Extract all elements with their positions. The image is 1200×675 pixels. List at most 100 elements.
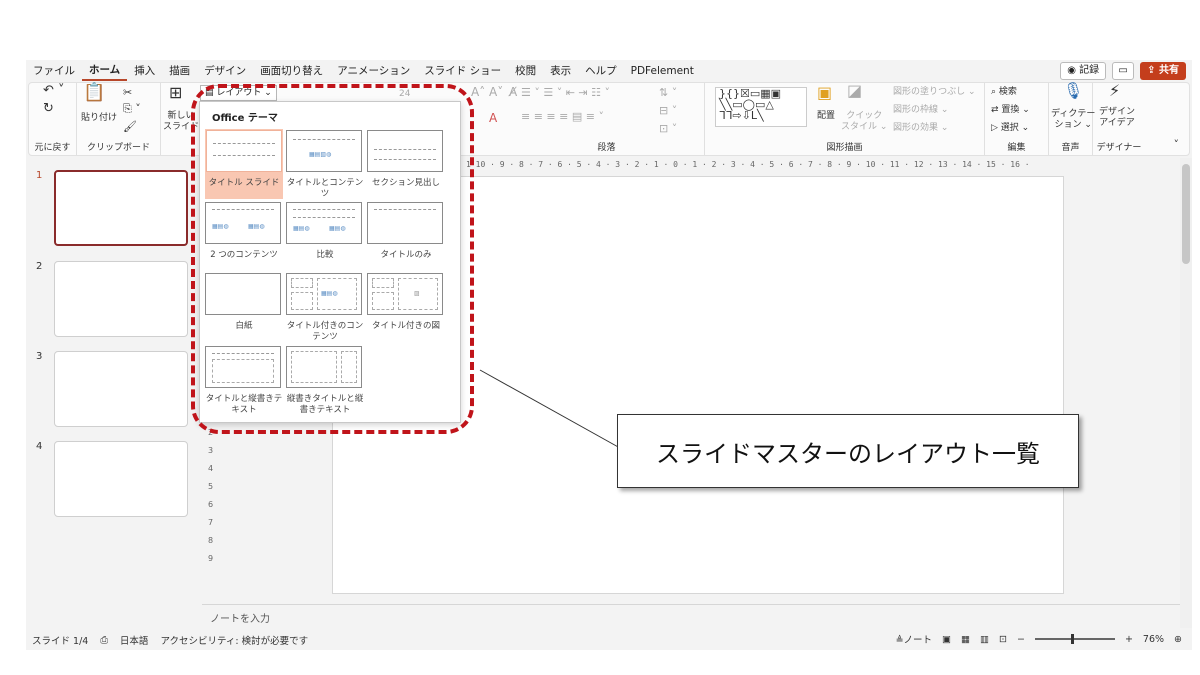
layout-blank[interactable]: 白紙	[205, 273, 283, 332]
cut-icon[interactable]: ✂	[123, 87, 132, 98]
fit-slide-icon[interactable]: ⊕	[1174, 634, 1182, 645]
layout-two-content[interactable]: ▦▤◍ ▦▤◍ 2 つのコンテンツ	[205, 202, 283, 261]
tab-animations[interactable]: アニメーション	[330, 60, 417, 82]
tab-file[interactable]: ファイル	[26, 60, 82, 82]
slide-thumbnail-4[interactable]	[54, 441, 188, 517]
slideshow-icon[interactable]: ⊡	[999, 634, 1007, 645]
accessibility-status[interactable]: アクセシビリティ: 検討が必要です	[160, 633, 308, 647]
font-grow-icon[interactable]: A˄ A˅	[471, 86, 503, 98]
record-button[interactable]: ◉ 記録	[1060, 62, 1107, 80]
zoom-slider[interactable]	[1034, 634, 1115, 644]
shape-outline-button[interactable]: 図形の枠線 ⌄	[893, 105, 948, 116]
layout-thumbnail	[205, 273, 281, 315]
layout-label: 白紙	[235, 321, 253, 331]
tab-pdfelement[interactable]: PDFelement	[624, 60, 701, 82]
layout-section-header[interactable]: セクション見出し	[367, 130, 445, 189]
zoom-in-icon[interactable]: +	[1125, 634, 1133, 645]
shape-effects-button[interactable]: 図形の効果 ⌄	[893, 123, 948, 134]
share-button[interactable]: ⇪ 共有	[1140, 62, 1186, 80]
tab-slideshow[interactable]: スライド ショー	[417, 60, 508, 82]
paste-button[interactable]: 貼り付け	[81, 113, 117, 124]
content-icons: ▦▤▧◍	[309, 151, 332, 158]
horizontal-ruler: 1 10 · 9 · 8 · 7 · 6 · 5 · 4 · 3 · 2 · 1…	[466, 160, 1030, 169]
slide-sorter-icon[interactable]: ▦	[961, 634, 970, 645]
arrange-button[interactable]: 配置	[817, 111, 835, 122]
find-button[interactable]: ⌕ 検索	[991, 87, 1017, 98]
slide-thumbnail-3[interactable]	[54, 351, 188, 427]
ribbon-collapse-icon[interactable]: ˅	[1174, 139, 1180, 150]
notes-toggle[interactable]: ≜ノート	[896, 632, 932, 646]
microphone-icon[interactable]: 🎙	[1063, 83, 1083, 99]
tab-transitions[interactable]: 画面切り替え	[253, 60, 330, 82]
layout-label: タイトルと縦書きテキスト	[205, 394, 283, 415]
layout-gallery: Office テーマ タイトル スライド ▦▤▧◍ タイトルとコンテンツ セクシ…	[199, 101, 461, 423]
tab-view[interactable]: 表示	[543, 60, 578, 82]
dictate-button[interactable]: ディクテー ション ⌄	[1051, 109, 1095, 131]
replace-button[interactable]: ⇄ 置換 ⌄	[991, 105, 1030, 116]
slide-number: 3	[36, 351, 43, 362]
zoom-level[interactable]: 76%	[1143, 634, 1164, 645]
slide-counter: スライド 1/4	[32, 636, 89, 647]
redo-icon[interactable]: ↻	[43, 102, 54, 115]
tab-help[interactable]: ヘルプ	[578, 60, 624, 82]
align-text-icon[interactable]: ⊟ ˅	[659, 105, 677, 116]
font-color-icon[interactable]: A	[489, 112, 497, 124]
reading-view-icon[interactable]: ▥	[980, 634, 989, 645]
quick-style-button[interactable]: クイック スタイル ⌄	[841, 111, 887, 133]
layout-title-slide[interactable]: タイトル スライド	[205, 129, 283, 199]
callout-box: スライドマスターのレイアウト一覧	[617, 414, 1079, 488]
select-button[interactable]: ▷ 選択 ⌄	[991, 123, 1029, 134]
layout-label: タイトルとコンテンツ	[286, 178, 364, 199]
undo-icon[interactable]: ↶ ˅	[43, 84, 65, 97]
layout-thumbnail	[205, 346, 281, 388]
align-icons[interactable]: ≡ ≡ ≡ ≡ ▤ ≡ ˅	[521, 111, 604, 122]
zoom-out-icon[interactable]: −	[1017, 634, 1025, 645]
copy-icon[interactable]: ⎘ ˅	[123, 103, 141, 114]
font-size-field[interactable]: 24	[399, 89, 410, 100]
tab-draw[interactable]: 描画	[162, 60, 197, 82]
layout-picture-with-caption[interactable]: ▨ タイトル付きの図	[367, 273, 445, 332]
zoom-slider-knob[interactable]	[1070, 634, 1074, 644]
quick-style-icon[interactable]: ◪	[847, 83, 862, 99]
designer-group-label: デザイナー	[1096, 143, 1142, 153]
normal-view-icon[interactable]: ▣	[942, 634, 951, 645]
layout-thumbnail: ▨	[367, 273, 443, 315]
layout-title-content[interactable]: ▦▤▧◍ タイトルとコンテンツ	[286, 130, 364, 200]
tab-review[interactable]: 校閲	[508, 60, 543, 82]
paste-icon[interactable]: 📋	[83, 84, 105, 102]
content-icons: ▦▤◍	[212, 223, 229, 230]
callout-text: スライドマスターのレイアウト一覧	[656, 439, 1040, 468]
new-slide-icon[interactable]: ⊞	[169, 85, 182, 101]
language-indicator[interactable]: 日本語	[120, 633, 149, 647]
slide-thumbnail-2[interactable]	[54, 261, 188, 337]
gallery-title: Office テーマ	[212, 113, 278, 124]
layout-content-with-caption[interactable]: ▦▤◍ タイトル付きのコンテンツ	[286, 273, 364, 343]
notes-pane[interactable]: ノートを入力	[202, 604, 1180, 626]
comment-button[interactable]: ▭	[1112, 62, 1135, 80]
arrange-icon[interactable]: ▣	[817, 85, 832, 101]
vertical-scrollbar[interactable]	[1180, 158, 1192, 628]
bullets-icon[interactable]: ☰ ˅ ☰ ˅ ⇤ ⇥ ☷ ˅	[521, 87, 610, 98]
layout-title-vertical-text[interactable]: タイトルと縦書きテキスト	[205, 346, 283, 416]
layout-comparison[interactable]: ▦▤◍ ▦▤◍ 比較	[286, 202, 364, 261]
format-painter-icon[interactable]: 🖌	[123, 121, 137, 132]
tab-home[interactable]: ホーム	[82, 61, 128, 81]
layout-title-only[interactable]: タイトルのみ	[367, 202, 445, 261]
text-direction-icon[interactable]: ⇅ ˅	[659, 87, 677, 98]
smartart-icon[interactable]: ⊡ ˅	[659, 123, 677, 134]
layout-dropdown-button[interactable]: ▤ レイアウト ⌄	[200, 85, 277, 101]
slides-group: ⊞ 新しい スライド	[161, 83, 201, 155]
clipboard-group: 📋 貼り付け ✂ ⎘ ˅ 🖌 クリップボード	[77, 83, 161, 155]
tab-design[interactable]: デザイン	[197, 60, 253, 82]
new-slide-button[interactable]: 新しい スライド	[163, 111, 199, 133]
tab-insert[interactable]: 挿入	[127, 60, 162, 82]
scrollbar-thumb[interactable]	[1182, 164, 1190, 264]
designer-button[interactable]: デザイン アイデア	[1099, 107, 1135, 129]
spellcheck-icon[interactable]: ⎙	[100, 635, 108, 646]
designer-icon[interactable]: ⚡	[1109, 83, 1120, 99]
shapes-gallery[interactable]: }{}☒▭▦▣ ╲╲▭◯▭△ ᒣᒣ⇨⇩ᒪ╲	[715, 87, 807, 127]
layout-vertical-title-text[interactable]: 縦書きタイトルと縦書きテキスト	[286, 346, 364, 416]
shape-fill-button[interactable]: 図形の塗りつぶし ⌄	[893, 87, 976, 98]
drawing-group: }{}☒▭▦▣ ╲╲▭◯▭△ ᒣᒣ⇨⇩ᒪ╲ ▣ 配置 ◪ クイック スタイル ⌄ 図…	[705, 83, 985, 155]
slide-thumbnail-1[interactable]	[54, 170, 188, 246]
